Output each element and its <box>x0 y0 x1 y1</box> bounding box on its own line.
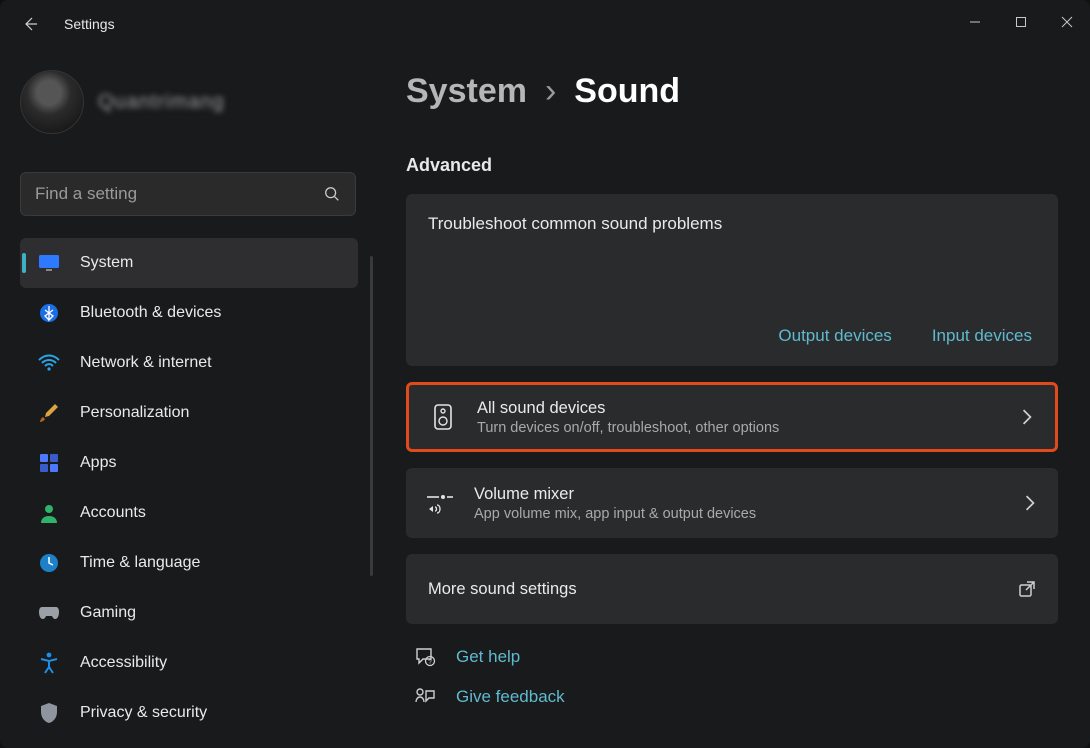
sidebar-item-system[interactable]: System <box>20 238 358 288</box>
chevron-right-icon <box>1024 495 1036 511</box>
sidebar-item-gaming[interactable]: Gaming <box>20 588 358 638</box>
main-content: System › Sound Advanced Troubleshoot com… <box>406 72 1058 708</box>
speaker-icon <box>427 401 459 433</box>
apps-icon <box>38 452 60 474</box>
sidebar-item-label: Privacy & security <box>80 704 207 722</box>
sidebar-item-label: Accessibility <box>80 654 167 672</box>
sidebar: Quantrimang System Bluetooth & devices <box>20 70 358 738</box>
sidebar-item-label: Personalization <box>80 404 189 422</box>
feedback-icon <box>414 686 436 708</box>
sidebar-item-network[interactable]: Network & internet <box>20 338 358 388</box>
link-get-help[interactable]: ? Get help <box>406 646 1058 668</box>
scrollbar-track[interactable] <box>370 256 373 576</box>
maximize-button[interactable] <box>998 0 1044 44</box>
sidebar-item-label: Apps <box>80 454 116 472</box>
sidebar-item-accessibility[interactable]: Accessibility <box>20 638 358 688</box>
row-title: Volume mixer <box>474 485 756 504</box>
search-input[interactable] <box>20 172 356 216</box>
open-external-icon <box>1018 580 1036 598</box>
mixer-icon <box>424 487 456 519</box>
sidebar-item-label: Gaming <box>80 604 136 622</box>
window-controls <box>952 0 1090 44</box>
section-header-advanced: Advanced <box>406 155 1058 176</box>
profile[interactable]: Quantrimang <box>20 70 358 134</box>
settings-window: Settings Quantrimang System <box>0 0 1090 748</box>
sidebar-item-label: Network & internet <box>80 354 212 372</box>
nav-list: System Bluetooth & devices Network & int… <box>20 238 358 738</box>
link-label: Give feedback <box>456 687 565 707</box>
minimize-button[interactable] <box>952 0 998 44</box>
bluetooth-icon <box>38 302 60 324</box>
card-troubleshoot: Troubleshoot common sound problems Outpu… <box>406 194 1058 366</box>
row-title: All sound devices <box>477 399 779 418</box>
sidebar-item-label: System <box>80 254 133 272</box>
row-description: App volume mix, app input & output devic… <box>474 506 756 522</box>
sidebar-item-label: Time & language <box>80 554 200 572</box>
search-icon <box>323 185 341 203</box>
card-title: Troubleshoot common sound problems <box>428 214 1036 234</box>
link-give-feedback[interactable]: Give feedback <box>406 686 1058 708</box>
close-button[interactable] <box>1044 0 1090 44</box>
sidebar-item-personalization[interactable]: Personalization <box>20 388 358 438</box>
row-description: Turn devices on/off, troubleshoot, other… <box>477 420 779 436</box>
row-title: More sound settings <box>428 580 577 599</box>
back-button[interactable] <box>18 12 42 36</box>
chevron-right-icon <box>1021 409 1033 425</box>
search-field[interactable] <box>35 184 323 204</box>
row-more-settings[interactable]: More sound settings <box>406 554 1058 624</box>
breadcrumb-parent[interactable]: System <box>406 72 527 111</box>
paintbrush-icon <box>38 402 60 424</box>
sidebar-item-label: Accounts <box>80 504 146 522</box>
sidebar-item-apps[interactable]: Apps <box>20 438 358 488</box>
header: Settings <box>0 0 115 48</box>
help-chat-icon: ? <box>414 646 436 668</box>
link-input-devices[interactable]: Input devices <box>932 326 1032 346</box>
gamepad-icon <box>38 602 60 624</box>
sidebar-item-bluetooth[interactable]: Bluetooth & devices <box>20 288 358 338</box>
app-title: Settings <box>64 16 115 32</box>
sidebar-item-label: Bluetooth & devices <box>80 304 221 322</box>
footer-links: ? Get help Give feedback <box>406 646 1058 708</box>
sidebar-item-accounts[interactable]: Accounts <box>20 488 358 538</box>
clock-globe-icon <box>38 552 60 574</box>
chevron-right-icon: › <box>545 72 556 111</box>
person-icon <box>38 502 60 524</box>
row-all-sound-devices[interactable]: All sound devices Turn devices on/off, t… <box>406 382 1058 452</box>
wifi-icon <box>38 352 60 374</box>
monitor-icon <box>38 252 60 274</box>
sidebar-item-privacy[interactable]: Privacy & security <box>20 688 358 738</box>
sidebar-item-time-language[interactable]: Time & language <box>20 538 358 588</box>
breadcrumb: System › Sound <box>406 72 1058 111</box>
accessibility-icon <box>38 652 60 674</box>
link-output-devices[interactable]: Output devices <box>778 326 891 346</box>
avatar <box>20 70 84 134</box>
watermark-text: Quantrimang <box>98 91 225 114</box>
shield-icon <box>38 702 60 724</box>
row-volume-mixer[interactable]: Volume mixer App volume mix, app input &… <box>406 468 1058 538</box>
link-label: Get help <box>456 647 520 667</box>
breadcrumb-current: Sound <box>574 72 680 111</box>
